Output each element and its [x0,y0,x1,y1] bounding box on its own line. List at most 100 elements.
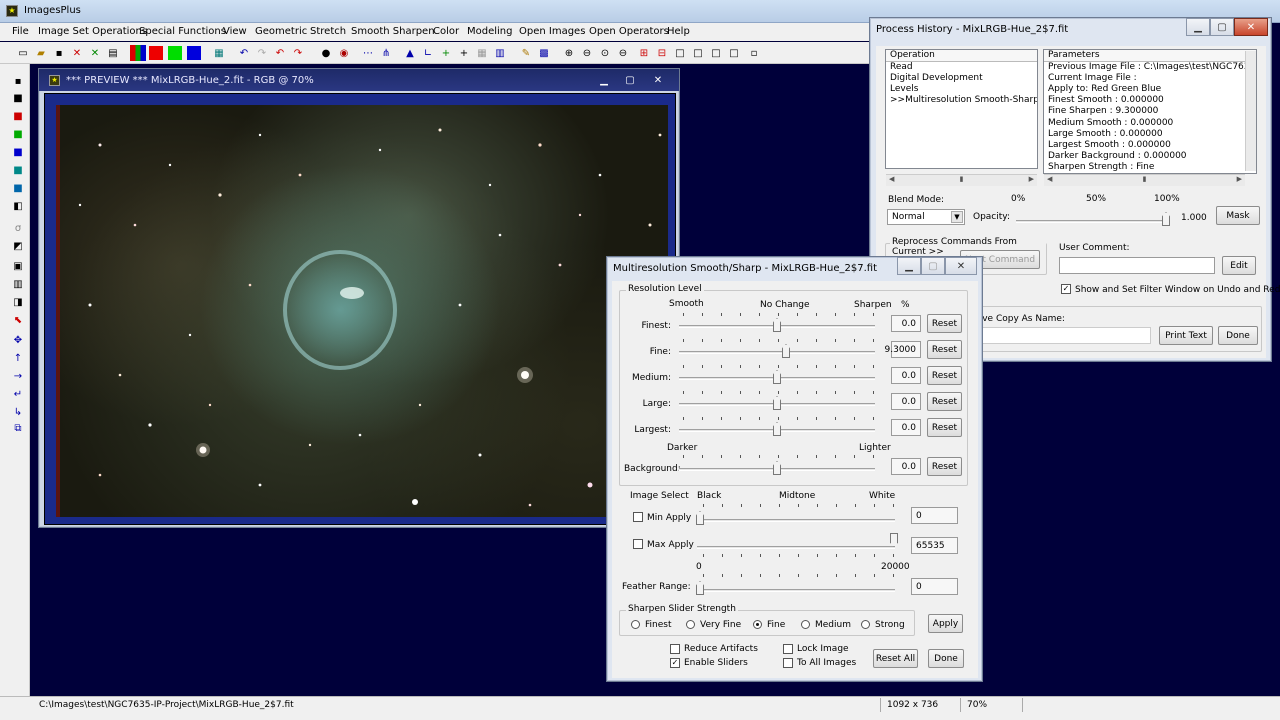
tool-save-icon[interactable]: ▪ [10,73,26,89]
print-text-button[interactable]: Print Text [1159,326,1213,345]
history-maximize-button[interactable]: ▢ [1210,18,1234,36]
resolution-row-reset-button[interactable]: Reset [927,392,962,411]
resolution-row-reset-button[interactable]: Reset [927,340,962,359]
history-minimize-button[interactable]: ▁ [1186,18,1210,36]
tool-black-icon[interactable]: ■ [10,90,26,106]
edit-button[interactable]: Edit [1222,256,1256,275]
remove-red-icon[interactable]: ⊟ [654,45,670,61]
redo-red-icon[interactable]: ↷ [290,45,306,61]
menu-open-images[interactable]: Open Images [519,26,585,37]
curve-icon[interactable]: ∟ [420,45,436,61]
dots-icon[interactable]: ⋯ [360,45,376,61]
new-file-icon[interactable]: ▭ [15,45,31,61]
crosshair-green-icon[interactable]: + [438,45,454,61]
reduce-artifacts-checkbox[interactable] [670,644,680,654]
tool-halfblack-icon[interactable]: ◨ [10,294,26,310]
tool-rotate-down-icon[interactable]: ↳ [10,404,26,420]
square-icon-1[interactable]: □ [672,45,688,61]
square-icon-3[interactable]: □ [708,45,724,61]
pencil-icon[interactable]: ✎ [518,45,534,61]
close-red-x-icon[interactable]: ✕ [69,45,85,61]
menu-stretch[interactable]: Stretch [310,26,346,37]
preview-minimize-button[interactable]: ▁ [591,71,617,89]
tool-cyan-icon[interactable]: ■ [10,162,26,178]
multiresolution-dialog[interactable]: Multiresolution Smooth/Sharp - MixLRGB-H… [606,256,983,682]
operation-item[interactable]: >>Multiresolution Smooth-Sharpen [886,95,1037,106]
reset-all-button[interactable]: Reset All [873,649,918,668]
min-apply-value-field[interactable]: 0 [911,507,958,524]
resolution-row-value-field[interactable]: 0.0 [891,419,921,436]
nebula-image[interactable] [56,105,668,517]
lock-image-checkbox[interactable] [783,644,793,654]
resolution-row-reset-button[interactable]: Reset [927,418,962,437]
operation-hscroll[interactable]: ◀ ▮ ▶ [886,174,1037,186]
zoom-out-icon[interactable]: ⊖ [579,45,595,61]
dialog-done-button[interactable]: Done [928,649,964,668]
to-all-images-checkbox[interactable] [783,658,793,668]
blend-mode-select[interactable]: Normal ▼ [887,209,965,225]
tool-sigma-icon[interactable]: σ [10,220,26,236]
operation-item[interactable]: Read [886,62,1037,73]
menu-file[interactable]: File [12,26,29,37]
undo-red-icon[interactable]: ↶ [272,45,288,61]
menu-color[interactable]: Color [433,26,459,37]
dialog-close-button[interactable]: ✕ [945,257,977,275]
max-apply-slider-track[interactable] [697,546,895,549]
tool-diagonal-icon[interactable]: ◩ [10,238,26,254]
square-icon-2[interactable]: □ [690,45,706,61]
tool-green-icon[interactable]: ■ [10,126,26,142]
resolution-row-reset-button[interactable]: Reset [927,366,962,385]
redo-gray-icon[interactable]: ↷ [254,45,270,61]
strength-radio-very-fine[interactable] [686,620,695,629]
min-apply-slider-track[interactable] [697,519,895,522]
parameters-hscroll[interactable]: ◀ ▮ ▶ [1044,174,1245,186]
stop-record-icon[interactable]: ◉ [336,45,352,61]
history-close-button[interactable]: ✕ [1234,18,1268,36]
enable-sliders-checkbox[interactable]: ✓ [670,658,680,668]
mask-button[interactable]: Mask [1216,206,1260,225]
save-copy-input[interactable] [971,327,1151,344]
tool-rotate-left-icon[interactable]: ↵ [10,386,26,402]
menu-special-functions[interactable]: Special Functions [139,26,226,37]
menu-help[interactable]: Help [667,26,690,37]
tool-arrow-right-icon[interactable]: → [10,368,26,384]
strength-radio-finest[interactable] [631,620,640,629]
tool-lightblue-icon[interactable]: ■ [10,180,26,196]
resolution-row-value-field[interactable]: 9.3000 [885,341,921,358]
background-reset-button[interactable]: Reset [927,457,962,476]
parameters-list[interactable]: Parameters Previous Image File : C:\Imag… [1043,49,1257,174]
feather-value-field[interactable]: 0 [911,578,958,595]
chart-icon[interactable]: ▥ [492,45,508,61]
square-small-icon[interactable]: ▫ [746,45,762,61]
min-apply-checkbox[interactable] [633,512,643,522]
strength-radio-medium[interactable] [801,620,810,629]
strength-radio-strong[interactable] [861,620,870,629]
histogram-icon[interactable]: ▲ [402,45,418,61]
tool-mono-icon[interactable]: ◧ [10,198,26,214]
tool-move-icon[interactable]: ✥ [10,332,26,348]
resolution-row-reset-button[interactable]: Reset [927,314,962,333]
zoom-fit-icon[interactable]: ⊙ [597,45,613,61]
tool-bars-icon[interactable]: ▥ [10,276,26,292]
menu-image-set-operations[interactable]: Image Set Operations [38,26,147,37]
max-apply-checkbox[interactable] [633,539,643,549]
preview-maximize-button[interactable]: ▢ [617,71,643,89]
resolution-row-value-field[interactable]: 0.0 [891,367,921,384]
menu-smooth-sharpen[interactable]: Smooth Sharpen [351,26,435,37]
operation-item[interactable]: Levels [886,84,1037,95]
operation-item[interactable]: Digital Development [886,73,1037,84]
history-done-button[interactable]: Done [1218,326,1258,345]
max-apply-value-field[interactable]: 65535 [911,537,958,554]
background-value-field[interactable]: 0.0 [891,458,921,475]
undo-icon[interactable]: ↶ [236,45,252,61]
square-icon-4[interactable]: □ [726,45,742,61]
feather-slider-track[interactable] [697,589,895,592]
resolution-row-slider-track[interactable] [679,351,875,354]
strength-radio-fine[interactable] [753,620,762,629]
user-comment-input[interactable] [1059,257,1215,274]
show-filter-checkbox[interactable]: ✓ [1061,284,1071,294]
tool-blue-icon[interactable]: ■ [10,144,26,160]
resolution-row-value-field[interactable]: 0.0 [891,315,921,332]
operation-list[interactable]: Operation Read Digital Development Level… [885,49,1038,169]
grid-icon[interactable]: ▦ [211,45,227,61]
